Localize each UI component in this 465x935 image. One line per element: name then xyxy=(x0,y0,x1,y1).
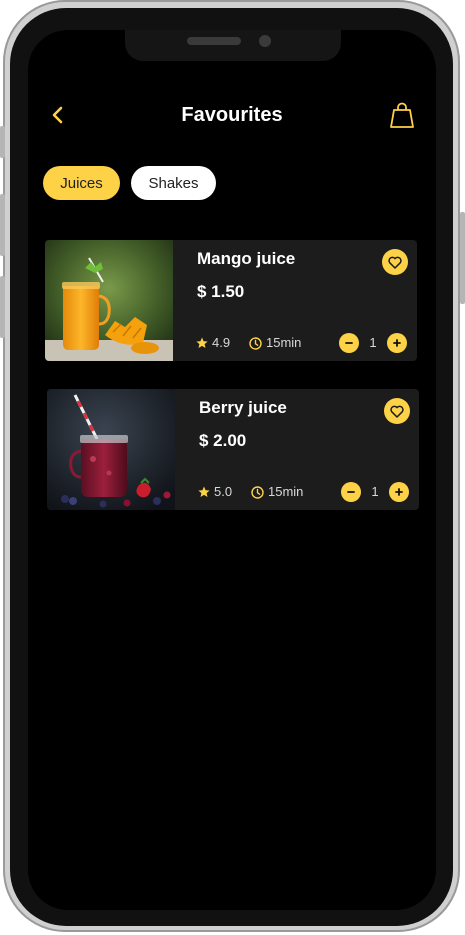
product-name: Berry juice xyxy=(199,398,287,417)
minus-icon xyxy=(347,491,355,493)
power-button xyxy=(460,212,465,304)
app-screen: Favourites Juices Shakes Mango juice $ 1… xyxy=(28,30,436,910)
clock-icon xyxy=(251,485,264,499)
notch xyxy=(125,30,341,61)
plus-icon xyxy=(393,339,401,347)
minus-icon xyxy=(345,342,353,344)
favourite-button[interactable] xyxy=(384,398,410,424)
mango-juice-image xyxy=(45,240,173,361)
increase-quantity-button[interactable] xyxy=(387,333,407,353)
product-price: $ 1.50 xyxy=(197,282,245,301)
prep-time-value: 15min xyxy=(268,484,304,499)
rating: 5.0 xyxy=(198,484,232,500)
star-icon xyxy=(196,337,208,348)
prep-time: 15min xyxy=(251,484,303,500)
berry-juice-image xyxy=(47,389,175,510)
front-camera xyxy=(259,35,271,47)
star-icon xyxy=(198,486,210,497)
favourite-button[interactable] xyxy=(382,249,408,275)
heart-icon xyxy=(388,256,402,269)
increase-quantity-button[interactable] xyxy=(389,482,409,502)
plus-icon xyxy=(395,488,403,496)
favourite-card[interactable]: Berry juice $ 2.00 5.0 15min 1 xyxy=(47,389,419,510)
quantity-value: 1 xyxy=(369,335,377,350)
rating: 4.9 xyxy=(196,335,230,351)
speaker-grille xyxy=(187,37,241,45)
tab-shakes[interactable]: Shakes xyxy=(131,166,216,200)
prep-time-value: 15min xyxy=(266,335,302,350)
volume-up-button xyxy=(0,194,5,256)
decrease-quantity-button[interactable] xyxy=(341,482,361,502)
product-price: $ 2.00 xyxy=(199,431,247,450)
favourite-card[interactable]: Mango juice $ 1.50 4.9 15min 1 xyxy=(45,240,417,361)
bag-button[interactable] xyxy=(389,101,415,129)
volume-down-button xyxy=(0,276,5,338)
product-name: Mango juice xyxy=(197,249,296,268)
page-title: Favourites xyxy=(181,104,283,126)
rating-value: 5.0 xyxy=(214,484,233,499)
heart-icon xyxy=(390,405,404,418)
mute-switch xyxy=(0,126,5,158)
quantity-value: 1 xyxy=(371,484,379,499)
prep-time: 15min xyxy=(249,335,301,351)
tab-juices[interactable]: Juices xyxy=(43,166,120,200)
rating-value: 4.9 xyxy=(212,335,231,350)
decrease-quantity-button[interactable] xyxy=(339,333,359,353)
clock-icon xyxy=(249,336,262,350)
shopping-bag-icon xyxy=(390,102,414,128)
